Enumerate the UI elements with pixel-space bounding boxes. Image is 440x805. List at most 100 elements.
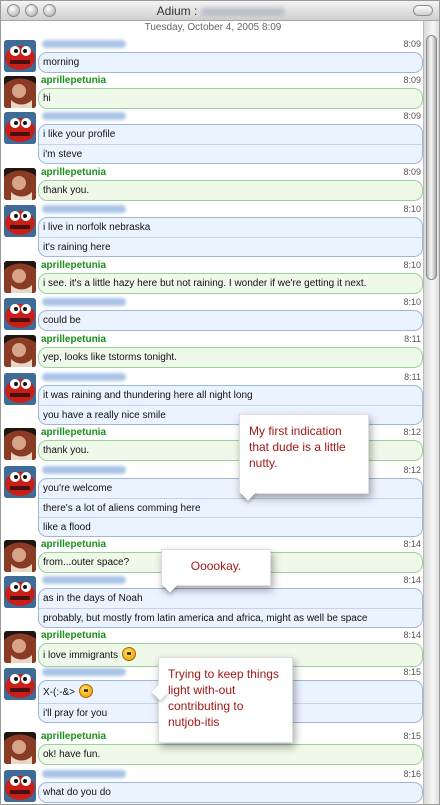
message-line: i'm steve [39, 144, 422, 163]
message-time: 8:09 [403, 39, 421, 49]
message-bubble: i like your profile i'm steve [38, 124, 423, 164]
message-bubble: morning [38, 52, 423, 73]
contact-avatar [4, 466, 36, 498]
contact-avatar [4, 770, 36, 802]
title-bar[interactable]: Adium : [1, 1, 439, 21]
monster-avatar-icon [4, 373, 36, 405]
blurred-contact-name [201, 7, 286, 16]
scrollbar-thumb[interactable] [426, 35, 437, 280]
message-time: 8:14 [403, 539, 421, 549]
blurred-sender-name [42, 770, 126, 778]
monster-avatar-icon [4, 205, 36, 237]
message-row: 8:10 could be [1, 295, 425, 331]
message-bubble: yep, looks like tstorms tonight. [38, 347, 423, 368]
contact-avatar [4, 732, 36, 764]
annotation-callout: Ooookay. [161, 549, 271, 593]
message-line: like a flood [39, 517, 422, 536]
message-row: 8:10 i live in norfolk nebraska it's rai… [1, 202, 425, 257]
message-line: what do you do [43, 787, 111, 798]
sender-name: aprillepetunia [41, 167, 107, 178]
message-time: 8:11 [404, 372, 421, 382]
user-photo-icon [4, 335, 36, 367]
blurred-sender-name [42, 40, 126, 48]
monster-avatar-icon [4, 40, 36, 72]
message-time: 8:12 [403, 427, 421, 437]
sender-name: aprillepetunia [41, 334, 107, 345]
sender-name: aprillepetunia [41, 630, 107, 641]
message-time: 8:15 [403, 667, 421, 677]
transcript-scrollbar[interactable] [423, 21, 439, 804]
contact-avatar [4, 76, 36, 108]
monster-avatar-icon [4, 466, 36, 498]
message-line: i live in norfolk nebraska [43, 222, 151, 233]
message-time: 8:15 [403, 731, 421, 741]
message-line: it's raining here [39, 237, 422, 256]
smiley-emoticon-icon [122, 647, 137, 661]
message-text: X-(:-&> [43, 687, 75, 698]
annotation-text: My first indication that dude is a littl… [249, 424, 346, 470]
contact-avatar [4, 112, 36, 144]
message-line: ok! have fun. [43, 749, 101, 760]
message-time: 8:10 [403, 204, 421, 214]
transcript-date: Tuesday, October 4, 2005 8:09 [144, 22, 282, 33]
message-time: 8:11 [404, 334, 421, 344]
contact-avatar [4, 40, 36, 72]
monster-avatar-icon [4, 668, 36, 700]
message-bubble: hi [38, 88, 423, 109]
message-bubble: as in the days of Noah probably, but mos… [38, 588, 423, 628]
smiley-emoticon-icon [78, 684, 93, 698]
contact-avatar [4, 428, 36, 460]
message-line: yep, looks like tstorms tonight. [43, 352, 177, 363]
blurred-sender-name [42, 576, 126, 584]
blurred-sender-name [42, 466, 126, 474]
message-time: 8:09 [403, 111, 421, 121]
monster-avatar-icon [4, 298, 36, 330]
contact-avatar [4, 540, 36, 572]
contact-avatar [4, 205, 36, 237]
monster-avatar-icon [4, 576, 36, 608]
message-line: thank you. [43, 185, 90, 196]
annotation-callout: Trying to keep things light with-out con… [151, 657, 293, 743]
message-time: 8:10 [403, 297, 421, 307]
contact-avatar [4, 168, 36, 200]
contact-avatar [4, 335, 36, 367]
blurred-sender-name [42, 205, 126, 213]
message-text: i love immigrants [43, 650, 119, 661]
user-photo-icon [4, 168, 36, 200]
user-photo-icon [4, 76, 36, 108]
user-photo-icon [4, 732, 36, 764]
message-bubble: i see. it's a little hazy here but not r… [38, 273, 423, 294]
message-row: 8:09 i like your profile i'm steve [1, 109, 425, 164]
sender-name: aprillepetunia [41, 75, 107, 86]
message-line: i like your profile [43, 129, 116, 140]
user-photo-icon [4, 540, 36, 572]
message-bubble: what do you do [38, 782, 423, 803]
annotation-text: Trying to keep things light with-out con… [168, 667, 279, 729]
message-line: as in the days of Noah [43, 593, 143, 604]
message-line: it was raining and thundering here all n… [43, 390, 253, 401]
message-line: i see. it's a little hazy here but not r… [43, 278, 367, 289]
message-line: hi [43, 93, 51, 104]
message-line: morning [43, 57, 80, 68]
user-photo-icon [4, 428, 36, 460]
message-time: 8:09 [403, 167, 421, 177]
contact-avatar [4, 298, 36, 330]
message-time: 8:16 [403, 769, 421, 779]
monster-avatar-icon [4, 112, 36, 144]
message-time: 8:12 [403, 465, 421, 475]
message-line: probably, but mostly from latin america … [39, 608, 422, 627]
contact-avatar [4, 631, 36, 663]
toolbar-toggle-button[interactable] [413, 5, 433, 16]
sender-name: aprillepetunia [41, 427, 107, 438]
message-time: 8:09 [403, 75, 421, 85]
message-row: 8:16 what do you do [1, 767, 425, 803]
annotation-text: Ooookay. [190, 559, 242, 573]
sender-name: aprillepetunia [41, 260, 107, 271]
user-photo-icon [4, 631, 36, 663]
message-row: aprillepetunia 8:10 i see. it's a little… [1, 258, 425, 294]
message-bubble: i live in norfolk nebraska it's raining … [38, 217, 423, 257]
blurred-sender-name [42, 373, 126, 381]
message-row: aprillepetunia 8:09 thank you. [1, 165, 425, 201]
contact-avatar [4, 261, 36, 293]
sender-name: aprillepetunia [41, 539, 107, 550]
